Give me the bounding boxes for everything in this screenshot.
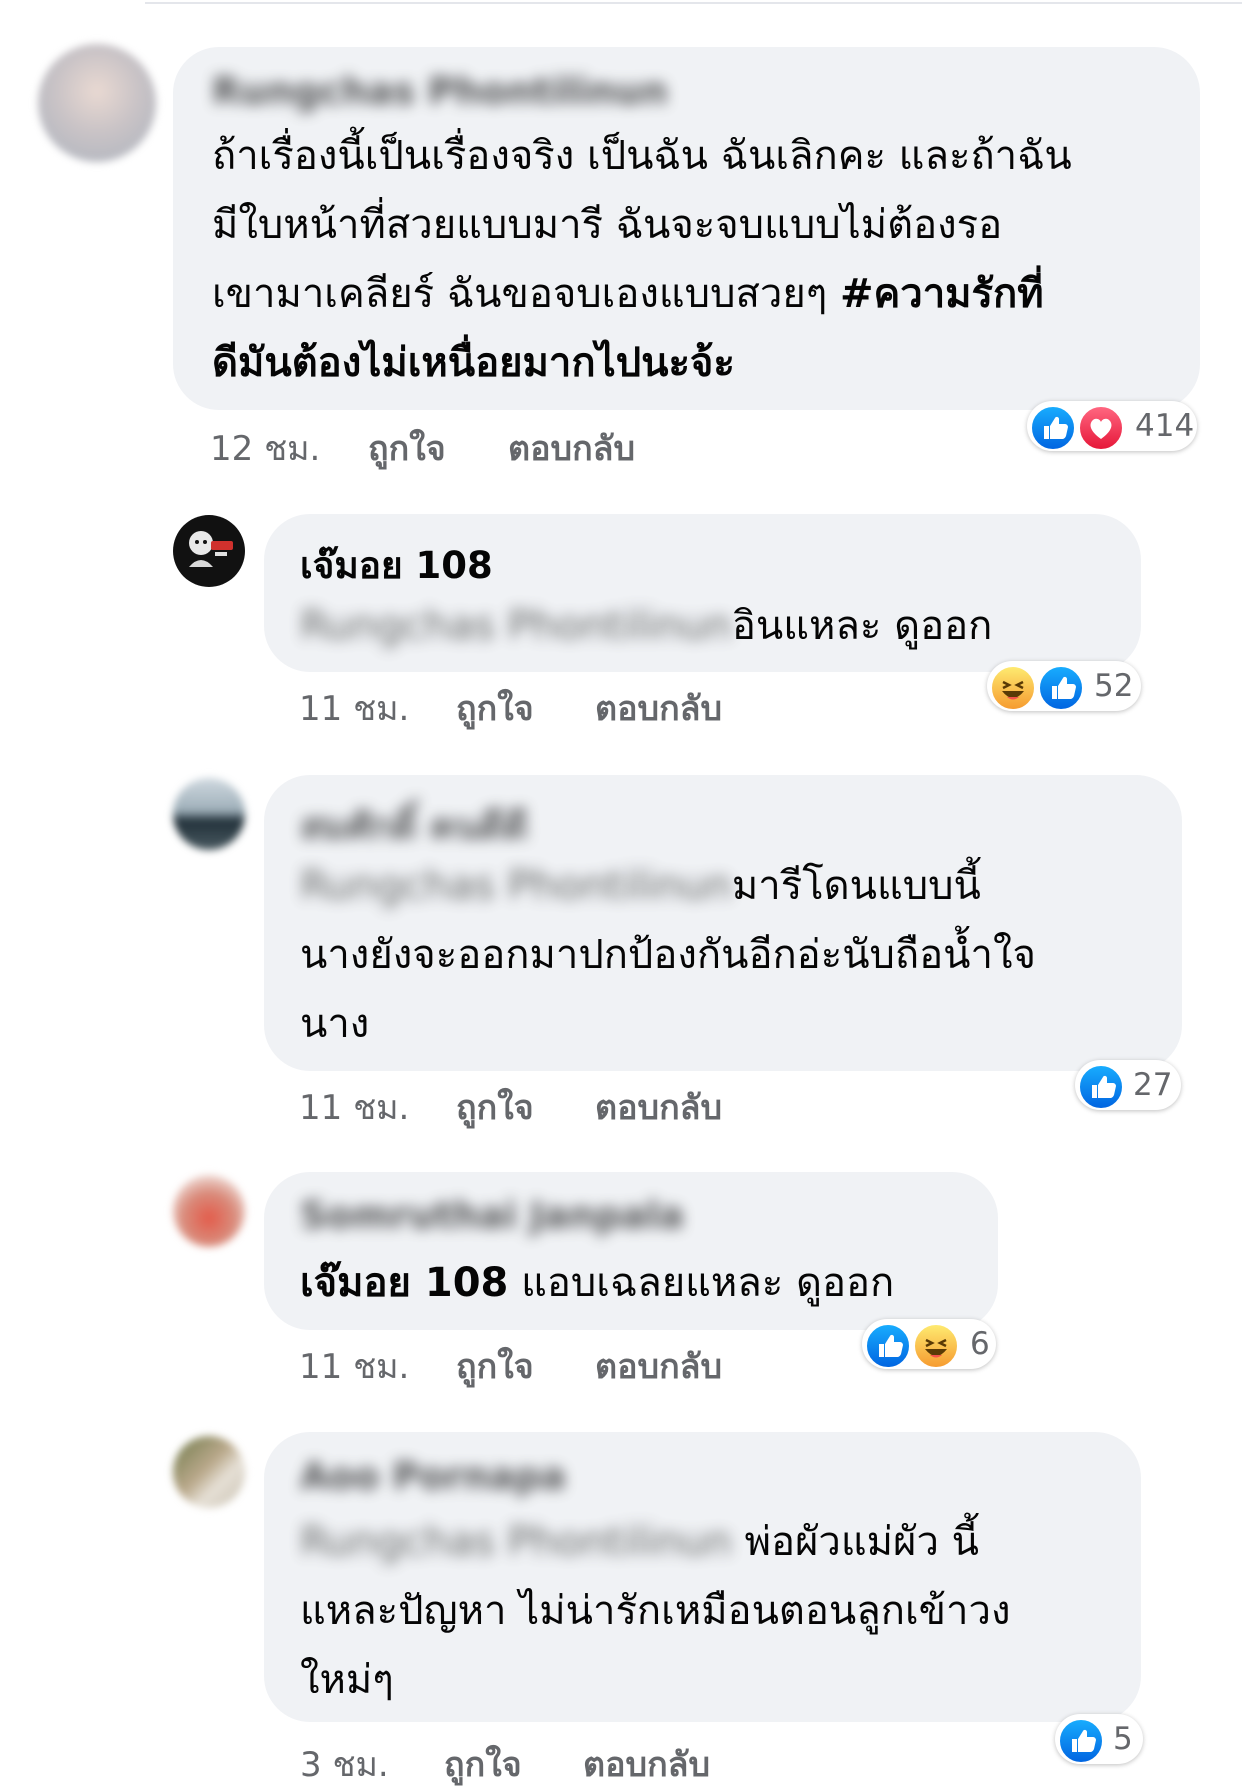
timestamp[interactable]: 3 ชม. — [300, 1737, 389, 1791]
comment-author[interactable]: Aoo Pornapa — [300, 1455, 566, 1498]
like-icon — [1058, 1718, 1104, 1764]
reaction-count: 6 — [970, 1326, 990, 1362]
like-icon — [1030, 405, 1076, 451]
mention-link[interactable]: เจ๊มอย 108 — [300, 1260, 508, 1306]
comment-text: ถ้าเรื่องนี้เป็นเรื่องจริง เป็นฉัน ฉันเล… — [212, 133, 1072, 386]
comment-author[interactable]: เจ๊มอย 108 — [300, 536, 493, 595]
like-button[interactable]: ถูกใจ — [444, 1737, 522, 1791]
like-icon — [1078, 1064, 1124, 1110]
like-button[interactable]: ถูกใจ — [456, 1080, 534, 1134]
haha-icon — [913, 1323, 959, 1369]
comment-text: Rungchas Phontilinunมารีโดนแบบนี้ นางยัง… — [300, 852, 1036, 1059]
like-icon — [1038, 665, 1084, 711]
avatar[interactable] — [38, 44, 156, 162]
mention-link[interactable]: Rungchas Phontilinun — [300, 592, 732, 661]
reply-button[interactable]: ตอบกลับ — [595, 1339, 722, 1393]
reply-button[interactable]: ตอบกลับ — [508, 421, 635, 475]
reaction-count: 27 — [1133, 1067, 1173, 1103]
reaction-count: 414 — [1135, 408, 1195, 444]
top-divider — [145, 2, 1242, 4]
like-button[interactable]: ถูกใจ — [456, 1339, 534, 1393]
reaction-summary[interactable]: 6 — [862, 1319, 996, 1369]
comment-author[interactable]: สมศักดิ์ คนดีดี — [300, 797, 528, 856]
avatar[interactable] — [173, 778, 245, 850]
reaction-summary[interactable]: 27 — [1075, 1060, 1181, 1110]
comment-text: เจ๊มอย 108 แอบเฉลยแหละ ดูออก — [300, 1260, 895, 1306]
hashtag-link[interactable]: #ความรักที่ — [840, 271, 1044, 317]
reply-button[interactable]: ตอบกลับ — [583, 1737, 710, 1791]
like-icon — [865, 1323, 911, 1369]
avatar[interactable] — [173, 1436, 245, 1508]
reaction-count: 5 — [1113, 1721, 1133, 1757]
reaction-count: 52 — [1094, 668, 1134, 704]
reply-button[interactable]: ตอบกลับ — [595, 681, 722, 735]
reaction-summary[interactable]: 414 — [1027, 401, 1197, 451]
comment-author[interactable]: Rungchas Phontilinun — [212, 70, 668, 113]
love-icon — [1078, 405, 1124, 451]
avatar[interactable] — [173, 515, 245, 587]
mention-link[interactable]: Rungchas Phontilinun — [300, 852, 732, 921]
comment-text: Rungchas Phontilinunอินแหละ ดูออก — [300, 592, 992, 661]
reply-button[interactable]: ตอบกลับ — [595, 1080, 722, 1134]
like-button[interactable]: ถูกใจ — [368, 421, 446, 475]
comment-text: Rungchas Phontilinun พ่อผัวแม่ผัว นี้ แห… — [300, 1508, 1010, 1715]
reaction-summary[interactable]: 52 — [987, 661, 1141, 711]
timestamp[interactable]: 11 ชม. — [299, 1080, 409, 1134]
hashtag-link-cont[interactable]: ดีมันต้องไม่เหนื่อยมากไปนะจ้ะ — [212, 340, 735, 386]
avatar[interactable] — [173, 1175, 245, 1247]
like-button[interactable]: ถูกใจ — [456, 681, 534, 735]
timestamp[interactable]: 11 ชม. — [299, 1339, 409, 1393]
timestamp[interactable]: 11 ชม. — [299, 681, 409, 735]
mention-link[interactable]: Rungchas Phontilinun — [300, 1508, 732, 1577]
comment-author[interactable]: Somruthai Janpala — [300, 1194, 684, 1237]
reaction-summary[interactable]: 5 — [1055, 1714, 1143, 1764]
haha-icon — [990, 665, 1036, 711]
timestamp[interactable]: 12 ชม. — [210, 421, 320, 475]
